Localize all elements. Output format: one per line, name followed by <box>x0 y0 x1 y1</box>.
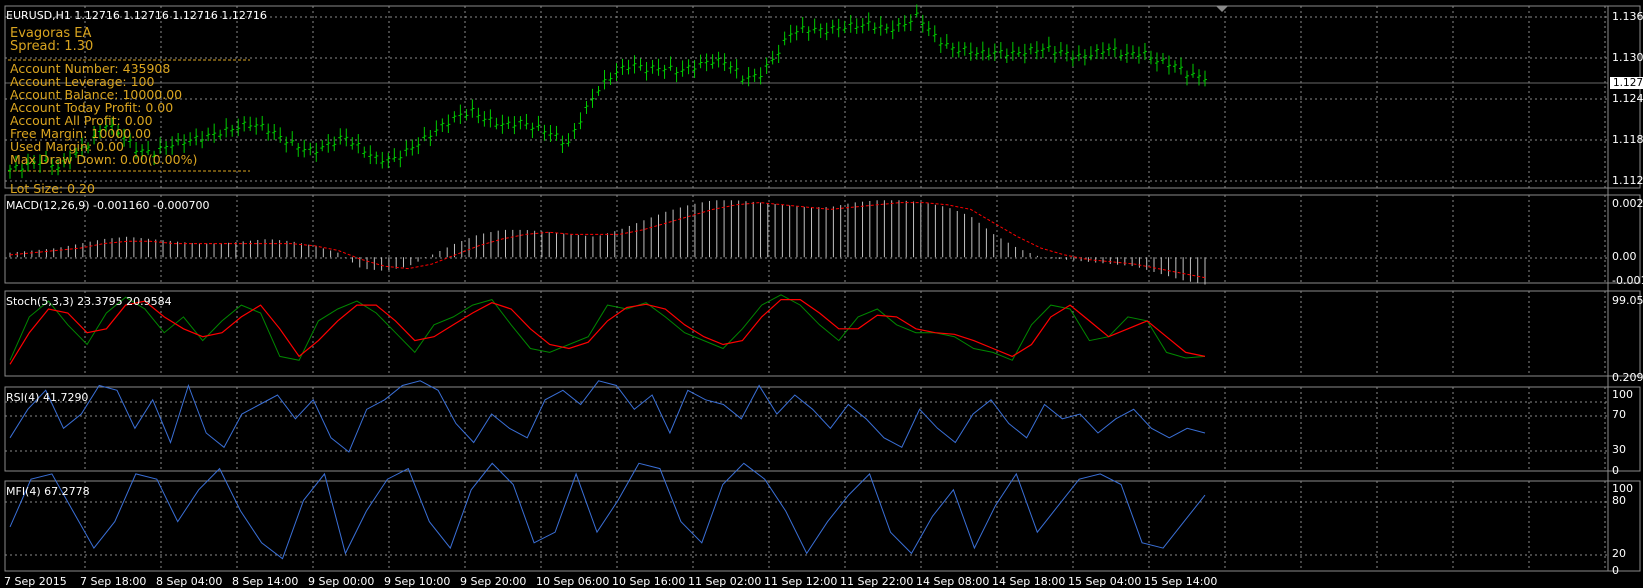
rsi-title: RSI(4) 41.7290 <box>6 391 89 404</box>
time-label: 10 Sep 06:00 <box>536 575 610 588</box>
rsi-label-0: 0 <box>1612 464 1619 477</box>
stoch-label-bottom: 0.209 <box>1612 371 1643 384</box>
stoch-title: Stoch(5,3,3) 23.3795 20.9584 <box>6 295 172 308</box>
time-label: 9 Sep 10:00 <box>384 575 451 588</box>
time-label: 10 Sep 16:00 <box>612 575 686 588</box>
main-chart-header: EURUSD,H1 1.12716 1.12716 1.12716 1.1271… <box>6 9 267 22</box>
time-label: 15 Sep 14:00 <box>1144 575 1218 588</box>
chart-shift-marker <box>1216 6 1228 12</box>
lot-size-label: Lot Size: 0.20 <box>10 181 95 196</box>
mfi-label-20: 20 <box>1612 547 1626 560</box>
current-price-box: 1.127 <box>1610 77 1643 89</box>
time-label: 7 Sep 2015 <box>4 575 67 588</box>
time-label: 14 Sep 18:00 <box>992 575 1066 588</box>
mfi-label-100: 100 <box>1612 482 1633 495</box>
macd-label-top: 0.0026 <box>1612 197 1643 210</box>
time-label: 11 Sep 12:00 <box>764 575 838 588</box>
time-label: 8 Sep 14:00 <box>232 575 299 588</box>
time-label: 8 Sep 04:00 <box>156 575 223 588</box>
macd-title: MACD(12,26,9) -0.001160 -0.000700 <box>6 199 210 212</box>
time-label: 11 Sep 22:00 <box>840 575 914 588</box>
time-label: 7 Sep 18:00 <box>80 575 147 588</box>
price-label-5: 1.1129 <box>1612 174 1643 187</box>
rsi-label-70: 70 <box>1612 408 1626 421</box>
price-label-3: 1.1249 <box>1612 92 1643 105</box>
chart-canvas[interactable] <box>0 0 1643 587</box>
rsi-label-30: 30 <box>1612 443 1626 456</box>
time-label: 9 Sep 00:00 <box>308 575 375 588</box>
time-label: 14 Sep 08:00 <box>916 575 990 588</box>
price-label-1: 1.1369 <box>1612 10 1643 23</box>
stoch-signal-line <box>9 299 1206 365</box>
time-label: 11 Sep 02:00 <box>688 575 762 588</box>
time-label: 15 Sep 04:00 <box>1068 575 1142 588</box>
stoch-main-line <box>9 294 1206 361</box>
pane-border-stoch <box>4 290 1641 377</box>
mfi-line <box>9 462 1206 560</box>
mfi-label-80: 80 <box>1612 494 1626 507</box>
time-label: 9 Sep 20:00 <box>460 575 527 588</box>
price-label-2: 1.1309 <box>1612 51 1643 64</box>
rsi-label-100: 100 <box>1612 388 1633 401</box>
pane-border-rsi <box>4 386 1641 472</box>
mfi-label-0: 0 <box>1612 564 1619 577</box>
stoch-label-top: 99.056 <box>1612 294 1643 307</box>
mfi-title: MFI(4) 67.2778 <box>6 485 90 498</box>
macd-label-zero: 0.00 <box>1612 250 1637 263</box>
pane-border-main <box>4 5 1641 189</box>
spread-label: Spread: 1.30 <box>10 39 94 54</box>
price-label-4: 1.1189 <box>1612 133 1643 146</box>
macd-label-bottom: -0.001 <box>1612 274 1643 287</box>
account-info-line: Max Draw Down: 0.00(0.00%) <box>10 152 198 167</box>
